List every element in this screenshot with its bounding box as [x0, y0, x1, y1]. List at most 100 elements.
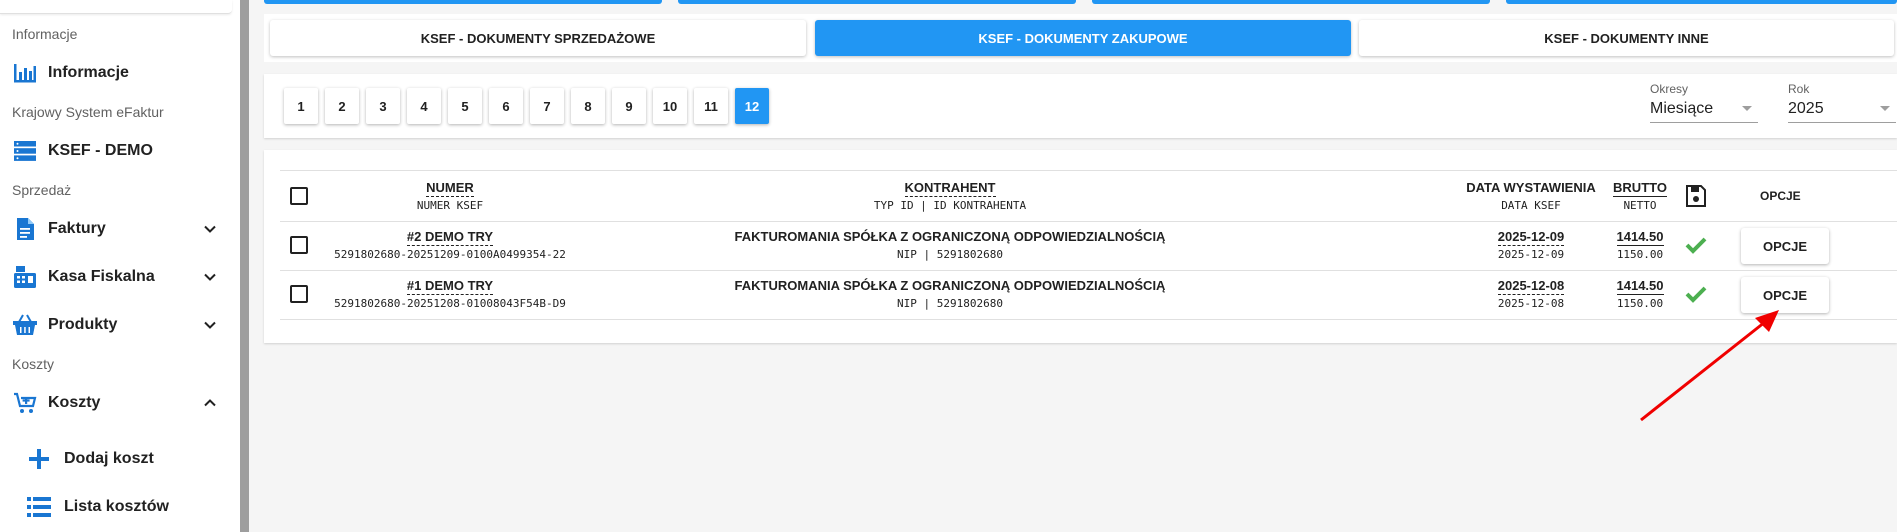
- header-typ-id-label: TYP ID | ID KONTRAHENTA: [873, 199, 1027, 212]
- chevron-up-icon: [204, 399, 216, 407]
- table-header-row: NUMER NUMER KSEF KONTRAHENT TYP ID | ID …: [280, 170, 1897, 222]
- page-button-active[interactable]: 12: [735, 88, 769, 124]
- chevron-down-icon: [204, 273, 216, 281]
- header-numer-label: NUMER: [426, 180, 474, 197]
- chevron-down-icon: [204, 321, 216, 329]
- sidebar-item-produkty[interactable]: Produkty: [0, 305, 232, 345]
- row-checkbox[interactable]: [290, 236, 308, 254]
- header-data-ksef-label: DATA KSEF: [1501, 199, 1561, 212]
- top-buttons-strip: [264, 0, 1897, 4]
- tab-purchase-documents[interactable]: KSEF - DOKUMENTY ZAKUPOWE: [815, 20, 1351, 56]
- pagination-bar: 1 2 3 4 5 6 7 8 9 10 11 12 Okresy Miesią…: [264, 74, 1897, 138]
- cell-typ-id: NIP | 5291802680: [897, 248, 1003, 261]
- cell-kontrahent-name: FAKTUROMANIA SPÓŁKA Z OGRANICZONĄ ODPOWI…: [734, 229, 1166, 244]
- tab-sales-documents[interactable]: KSEF - DOKUMENTY SPRZEDAŻOWE: [270, 20, 806, 56]
- top-button-3[interactable]: [1092, 0, 1490, 4]
- cell-data-ksef: 2025-12-08: [1497, 297, 1565, 310]
- year-select-label: Rok: [1788, 82, 1810, 96]
- document-icon: [12, 216, 38, 242]
- cell-data-ksef: 2025-12-09: [1497, 248, 1565, 261]
- sidebar-item-label: Dodaj koszt: [64, 450, 154, 467]
- page-button[interactable]: 1: [284, 88, 318, 124]
- header-data-wystawienia[interactable]: DATA WYSTAWIENIA DATA KSEF: [1466, 179, 1596, 213]
- cell-kontrahent: FAKTUROMANIA SPÓŁKA Z OGRANICZONĄ ODPOWI…: [700, 277, 1200, 311]
- page-button[interactable]: 4: [407, 88, 441, 124]
- select-all-checkbox[interactable]: [290, 187, 308, 205]
- list-icon: [26, 494, 52, 520]
- cell-numer-ksef: 5291802680-20251209-0100A0499354-22: [334, 248, 566, 261]
- row-checkbox[interactable]: [290, 285, 308, 303]
- server-icon: [12, 138, 38, 164]
- basket-icon: [12, 312, 38, 338]
- chevron-down-icon: [204, 225, 216, 233]
- page-button[interactable]: 3: [366, 88, 400, 124]
- cell-netto: 1150.00: [1616, 248, 1664, 261]
- header-numer-ksef-label: NUMER KSEF: [416, 199, 484, 212]
- year-select-value[interactable]: 2025: [1788, 100, 1896, 123]
- header-kontrahent-label: KONTRAHENT: [904, 180, 996, 197]
- top-button-4[interactable]: [1506, 0, 1897, 4]
- sidebar-item-kasa-fiskalna[interactable]: Kasa Fiskalna: [0, 257, 232, 297]
- cell-numer[interactable]: #2 DEMO TRY 5291802680-20251209-0100A049…: [320, 228, 580, 262]
- page-button[interactable]: 10: [653, 88, 687, 124]
- cell-numer[interactable]: #1 DEMO TRY 5291802680-20251208-01008043…: [320, 277, 580, 311]
- sidebar-item-lista-kosztow[interactable]: Lista kosztów: [0, 487, 232, 527]
- plus-icon: [26, 446, 52, 472]
- sidebar-item-label: Produkty: [48, 316, 118, 333]
- dropdown-arrow-icon: [1742, 106, 1752, 111]
- page-button[interactable]: 6: [489, 88, 523, 124]
- header-kontrahent[interactable]: KONTRAHENT TYP ID | ID KONTRAHENTA: [700, 179, 1200, 213]
- cart-add-icon: [12, 390, 38, 416]
- header-brutto[interactable]: BRUTTO NETTO: [1610, 179, 1670, 213]
- cell-numer-ksef: 5291802680-20251208-01008043F54B-D9: [334, 297, 566, 310]
- page-button[interactable]: 8: [571, 88, 605, 124]
- page-button[interactable]: 11: [694, 88, 728, 124]
- cell-kwota: 1414.50 1150.00: [1610, 228, 1670, 262]
- top-button-1[interactable]: [264, 0, 662, 4]
- cash-register-icon: [12, 264, 38, 290]
- cell-data-wyst: 2025-12-08: [1497, 278, 1565, 295]
- cell-brutto: 1414.50: [1616, 229, 1664, 246]
- cell-numer-value: #2 DEMO TRY: [406, 229, 494, 246]
- header-numer[interactable]: NUMER NUMER KSEF: [320, 179, 580, 213]
- cell-data: 2025-12-08 2025-12-08: [1466, 277, 1596, 311]
- cell-kontrahent-name: FAKTUROMANIA SPÓŁKA Z OGRANICZONĄ ODPOWI…: [734, 278, 1166, 293]
- cell-kontrahent: FAKTUROMANIA SPÓŁKA Z OGRANICZONĄ ODPOWI…: [700, 228, 1200, 262]
- page-button[interactable]: 2: [325, 88, 359, 124]
- sidebar-item-informacje[interactable]: Informacje: [0, 53, 232, 93]
- sidebar-item-ksef-demo[interactable]: KSEF - DEMO: [0, 131, 232, 171]
- annotation-arrow-icon: [1640, 310, 1779, 422]
- header-save-icon: [1684, 185, 1708, 212]
- main-content: KSEF - DOKUMENTY SPRZEDAŻOWE KSEF - DOKU…: [249, 0, 1897, 532]
- cell-numer-value: #1 DEMO TRY: [406, 278, 494, 295]
- sidebar-item-label: Faktury: [48, 220, 106, 237]
- page-button[interactable]: 7: [530, 88, 564, 124]
- sidebar-item-label: Lista kosztów: [64, 498, 169, 515]
- bar-chart-icon: [12, 60, 38, 86]
- cell-brutto: 1414.50: [1616, 278, 1664, 295]
- sidebar-item-dodaj-koszt[interactable]: Dodaj koszt: [0, 439, 232, 479]
- header-netto-label: NETTO: [1623, 199, 1657, 212]
- period-select[interactable]: Okresy Miesiące: [1650, 82, 1758, 123]
- cell-data-wyst: 2025-12-09: [1497, 229, 1565, 246]
- sidebar-item-label: Koszty: [48, 394, 101, 411]
- sidebar-item-koszty[interactable]: Koszty: [0, 383, 232, 423]
- sidebar-item-faktury[interactable]: Faktury: [0, 209, 232, 249]
- year-select[interactable]: Rok 2025: [1788, 82, 1896, 123]
- header-brutto-label: BRUTTO: [1613, 180, 1667, 197]
- section-label-sprzedaz: Sprzedaż: [12, 182, 72, 198]
- page-button[interactable]: 5: [448, 88, 482, 124]
- section-label-ksef: Krajowy System eFaktur: [12, 104, 164, 120]
- top-button-2[interactable]: [678, 0, 1076, 4]
- page-button[interactable]: 9: [612, 88, 646, 124]
- tab-other-documents[interactable]: KSEF - DOKUMENTY INNE: [1359, 20, 1894, 56]
- sidebar-item-label: Informacje: [48, 64, 129, 81]
- header-opcje: OPCJE: [1760, 189, 1801, 203]
- period-select-value[interactable]: Miesiące: [1650, 100, 1758, 123]
- sidebar-top-strip: [0, 0, 232, 14]
- section-label-informacje: Informacje: [12, 26, 78, 42]
- opcje-button[interactable]: OPCJE: [1741, 228, 1829, 264]
- ksef-tabs: KSEF - DOKUMENTY SPRZEDAŻOWE KSEF - DOKU…: [264, 14, 1897, 62]
- sidebar-resize-handle[interactable]: [240, 0, 249, 532]
- sidebar: Informacje Informacje Krajowy System eFa…: [0, 0, 249, 532]
